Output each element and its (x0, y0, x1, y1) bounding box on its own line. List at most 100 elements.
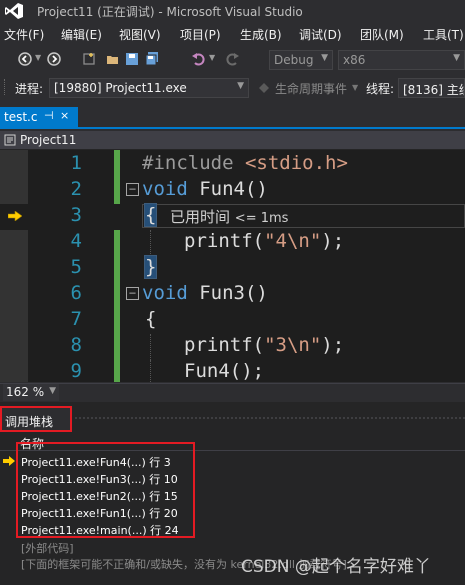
function-signature: Fun4() (187, 178, 268, 200)
panel-title-grip[interactable] (74, 416, 465, 420)
document-tab-strip: test.c ⊣ × (0, 107, 465, 129)
menu-bar: 文件(F) 编辑(E) 视图(V) 项目(P) 生成(B) 调试(D) 团队(M… (0, 23, 465, 43)
window-title: Project11 (正在调试) - Microsoft Visual Stud… (37, 5, 303, 19)
process-select[interactable]: [19880] Project11.exe ▼ (49, 78, 249, 98)
execution-pointer-icon[interactable] (8, 211, 22, 221)
line-number: 4 (70, 230, 82, 252)
new-project-icon[interactable] (82, 52, 96, 66)
function-call: printf( (184, 334, 265, 356)
function-signature: Fun3() (187, 282, 268, 304)
redo-icon[interactable] (226, 52, 240, 66)
function-call: printf( (184, 230, 265, 252)
title-bar: Project11 (正在调试) - Microsoft Visual Stud… (0, 0, 465, 22)
toolbar-grip[interactable] (4, 79, 8, 95)
menu-edit[interactable]: 编辑(E) (61, 23, 102, 43)
chevron-down-icon: ▼ (237, 81, 244, 91)
thread-value: [8136] 主线程 (403, 83, 464, 97)
pin-icon[interactable]: ⊣ (44, 109, 54, 122)
menu-view[interactable]: 视图(V) (119, 23, 161, 43)
frame-label: [外部代码] (21, 542, 74, 555)
code-line: 2 − void Fun4() (0, 178, 465, 204)
visual-studio-logo-icon (5, 3, 23, 19)
code-line: 6 − void Fun3() (0, 282, 465, 308)
project-icon (4, 134, 16, 146)
close-icon[interactable]: × (60, 109, 69, 122)
undo-icon[interactable] (191, 52, 205, 66)
thread-select[interactable]: [8136] 主线程 (398, 78, 465, 98)
perf-tip[interactable]: 已用时间 <= 1ms (170, 206, 288, 227)
configuration-value: Debug (274, 53, 314, 67)
menu-debug[interactable]: 调试(D) (299, 23, 342, 43)
csdn-watermark: CSDN @起个名字好难丫 (241, 557, 431, 577)
platform-value: x86 (343, 53, 366, 67)
statement-tail: ); (321, 334, 345, 356)
statement-tail: ); (321, 230, 345, 252)
menu-project[interactable]: 项目(P) (180, 23, 221, 43)
perf-tip-label: 已用时间 (170, 208, 231, 226)
process-label: 进程: (15, 82, 44, 96)
chevron-down-icon: ▼ (453, 53, 460, 63)
line-number: 8 (70, 334, 82, 356)
preprocessor-directive: #include (142, 152, 234, 174)
code-line-current: 3 { 已用时间 <= 1ms (0, 203, 465, 230)
include-header: <stdio.h> (233, 152, 348, 174)
chevron-down-icon: ▼ (321, 53, 328, 63)
back-icon[interactable] (18, 52, 32, 66)
perf-tip-value: <= 1ms (234, 211, 289, 226)
open-brace: { (143, 203, 158, 227)
line-number: 1 (70, 152, 82, 174)
line-number: 6 (70, 282, 82, 304)
thread-label: 线程: (366, 82, 395, 96)
line-number: 3 (70, 204, 82, 226)
debug-location-toolbar: 进程: [19880] Project11.exe ▼ 生命周期事件 ▼ 线程:… (0, 75, 465, 101)
zoom-select[interactable]: 162 % ▼ (3, 384, 59, 401)
menu-build[interactable]: 生成(B) (240, 23, 282, 43)
keyword: void (142, 282, 188, 304)
menu-team[interactable]: 团队(M) (360, 23, 404, 43)
current-frame-arrow-icon (3, 456, 15, 466)
indent-guide (150, 230, 151, 256)
line-number: 2 (70, 178, 82, 200)
close-brace: } (143, 255, 158, 279)
collapse-toggle-icon[interactable]: − (126, 183, 139, 196)
zoom-value: 162 % (6, 385, 45, 399)
code-line: 9 Fun4(); (0, 360, 465, 382)
collapse-toggle-icon[interactable]: − (126, 287, 139, 300)
code-line: 8 printf("3\n"); (0, 334, 465, 360)
function-call: Fun4(); (184, 360, 265, 382)
back-dropdown-icon[interactable]: ▼ (35, 53, 41, 62)
navigation-bar: Project11 (0, 131, 465, 150)
menu-file[interactable]: 文件(F) (4, 23, 44, 43)
open-brace: { (145, 308, 157, 330)
lifecycle-events-button[interactable]: 生命周期事件 (275, 80, 347, 97)
chevron-down-icon: ▼ (49, 386, 56, 396)
indent-guide (150, 360, 151, 382)
line-number: 9 (70, 360, 82, 382)
indent-guide (150, 334, 151, 360)
code-line: 1 #include <stdio.h> (0, 152, 465, 178)
string-literal: "4\n" (264, 230, 322, 252)
code-editor[interactable]: 1 #include <stdio.h> 2 − void Fun4() 3 {… (0, 150, 465, 382)
menu-tools[interactable]: 工具(T) (423, 23, 464, 43)
save-all-icon[interactable] (145, 52, 159, 66)
project-scope-select[interactable]: Project11 (20, 133, 76, 147)
code-line: 5 } (0, 255, 465, 282)
process-value: [19880] Project11.exe (54, 81, 187, 95)
frames-highlight-box (16, 442, 195, 538)
line-number: 5 (70, 256, 82, 278)
platform-select[interactable]: x86 ▼ (338, 50, 465, 70)
lifecycle-events-icon[interactable] (258, 82, 270, 94)
standard-toolbar: ▼ ▼ Debug ▼ x86 ▼ (0, 45, 465, 73)
string-literal: "3\n" (264, 334, 322, 356)
undo-dropdown-icon[interactable]: ▼ (209, 53, 215, 62)
open-file-icon[interactable] (106, 52, 120, 66)
code-line: 7 { (0, 308, 465, 334)
chevron-down-icon[interactable]: ▼ (352, 83, 358, 92)
panel-title[interactable]: 调用堆栈 (0, 406, 72, 432)
tab-test-c[interactable]: test.c ⊣ × (0, 107, 78, 127)
code-line: 4 printf("4\n"); (0, 230, 465, 256)
save-icon[interactable] (125, 52, 139, 66)
keyword: void (142, 178, 188, 200)
forward-icon[interactable] (47, 52, 61, 66)
configuration-select[interactable]: Debug ▼ (269, 50, 333, 70)
